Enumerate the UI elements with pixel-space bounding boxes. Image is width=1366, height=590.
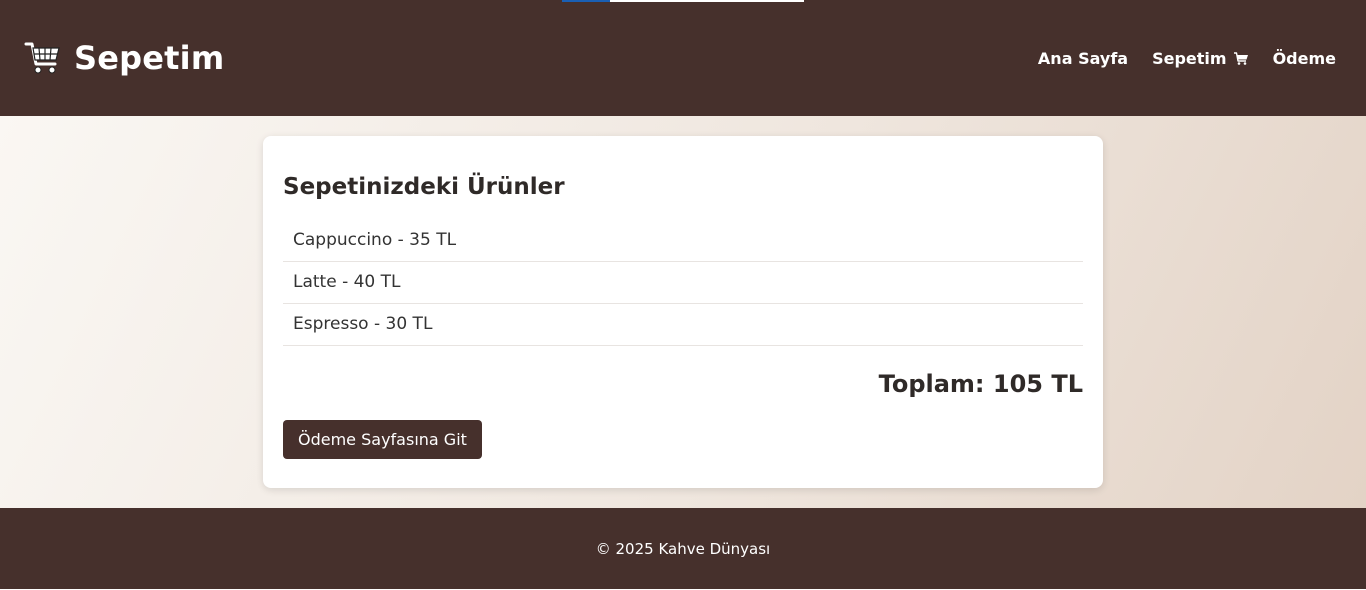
cart-heading: Sepetinizdeki Ürünler — [283, 174, 565, 200]
cart-total: Toplam: 105 TL — [878, 370, 1083, 398]
checkout-button[interactable]: Ödeme Sayfasına Git — [283, 420, 482, 459]
site-header: Sepetim Ana Sayfa Sepetim Ödeme — [0, 0, 1366, 116]
nav-link-label: Ana Sayfa — [1037, 48, 1129, 68]
nav-link-cart[interactable]: Sepetim — [1152, 49, 1248, 68]
page-title: Sepetim — [74, 39, 225, 77]
main-content: Sepetinizdeki Ürünler Cappuccino - 35 TL… — [0, 116, 1366, 508]
cart-item-list: Cappuccino - 35 TL Latte - 40 TL Espress… — [283, 220, 1083, 346]
brand: Sepetim — [24, 39, 224, 77]
shopping-cart-icon — [24, 42, 60, 74]
progress-strip — [562, 0, 804, 2]
nav-link-home[interactable]: Ana Sayfa — [1038, 49, 1128, 68]
nav-link-label: Ödeme — [1272, 48, 1336, 68]
nav-link-label: Sepetim — [1152, 48, 1227, 68]
main-nav: Ana Sayfa Sepetim Ödeme — [1038, 49, 1336, 68]
nav-link-checkout[interactable]: Ödeme — [1273, 49, 1336, 68]
cart-item: Espresso - 30 TL — [283, 304, 1083, 346]
site-footer: © 2025 Kahve Dünyası — [0, 508, 1366, 589]
footer-copyright: © 2025 Kahve Dünyası — [595, 539, 771, 558]
cart-item: Latte - 40 TL — [283, 262, 1083, 304]
cart-card: Sepetinizdeki Ürünler Cappuccino - 35 TL… — [263, 136, 1103, 488]
cart-item: Cappuccino - 35 TL — [283, 220, 1083, 262]
shopping-cart-icon — [1233, 51, 1248, 65]
